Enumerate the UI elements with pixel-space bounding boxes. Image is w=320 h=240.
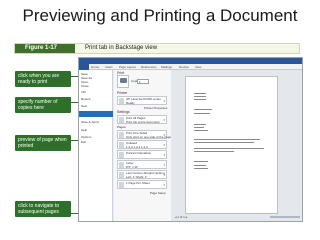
- nav-exit[interactable]: Exit: [81, 140, 86, 144]
- setting-title: Portrait Orientation: [126, 151, 152, 155]
- chevron-down-icon: ▾: [163, 133, 165, 137]
- print-preview-pane: ◂ 1 of 1 ▸: [171, 70, 302, 221]
- next-page-icon[interactable]: ▸: [185, 215, 188, 219]
- text-line: [194, 124, 206, 125]
- nav-options[interactable]: Options: [81, 135, 91, 139]
- figure-label: Figure 1-17: [15, 44, 75, 53]
- nav-info[interactable]: Info: [81, 90, 86, 94]
- callout-preview: preview of page when printed: [15, 135, 71, 151]
- text-line: [194, 161, 208, 162]
- pages-label: Pages:: [117, 125, 127, 129]
- pages-per-sheet-icon: [119, 182, 124, 188]
- figure-caption-bar: Figure 1-17 Print tab in Backstage view: [14, 43, 300, 54]
- setting-title: 1 Page Per Sheet: [126, 181, 150, 185]
- setting-print-range[interactable]: Print All Pages Print the entire documen…: [117, 115, 167, 124]
- nav-close[interactable]: Close: [81, 84, 89, 88]
- nav-help[interactable]: Help: [81, 128, 87, 132]
- page-setup-link[interactable]: Page Setup: [150, 191, 166, 195]
- text-line: [194, 130, 208, 131]
- zoom-slider[interactable]: [270, 216, 300, 218]
- figure-caption: Print tab in Backstage view: [85, 45, 158, 51]
- chevron-down-icon: ▾: [163, 118, 165, 122]
- print-settings-pane: Print Copies: 1 Printer HP LaserJet P203…: [114, 70, 171, 221]
- pages-icon: [119, 117, 124, 123]
- setting-sub: 1,2,3 1,2,3 1,2,3: [126, 144, 148, 149]
- setting-sub: 8.5" x 11": [126, 164, 139, 169]
- nav-print[interactable]: Print: [79, 111, 113, 125]
- printer-device-icon: [119, 98, 124, 104]
- chevron-down-icon: ▾: [163, 153, 165, 157]
- setting-pages-per-sheet[interactable]: 1 Page Per Sheet ▾: [117, 180, 167, 189]
- text-line: [194, 113, 210, 114]
- printer-icon: [120, 78, 127, 83]
- setting-margins[interactable]: Last Custom Margins Setting Left: 1" Rig…: [117, 170, 167, 179]
- margins-icon: [119, 172, 124, 178]
- print-button[interactable]: [117, 75, 129, 88]
- nav-recent[interactable]: Recent: [81, 97, 91, 101]
- chevron-down-icon: ▾: [163, 99, 165, 103]
- printer-select[interactable]: HP LaserJet P2035 series Ready ▾: [117, 96, 167, 105]
- text-line: [194, 168, 208, 169]
- portrait-icon: [119, 152, 124, 158]
- text-line: [194, 99, 206, 100]
- callout-print: click when you are ready to print: [15, 71, 71, 87]
- setting-collation[interactable]: Collated 1,2,3 1,2,3 1,2,3 ▾: [117, 140, 167, 149]
- page-preview: [185, 76, 278, 214]
- text-line: [194, 142, 254, 143]
- text-line: [194, 151, 234, 152]
- word-window: Home Insert Page Layout References Maili…: [78, 57, 303, 222]
- text-line: [194, 109, 212, 110]
- paper-icon: [119, 162, 124, 168]
- page-navigation[interactable]: ◂ 1 of 1 ▸: [175, 215, 187, 219]
- backstage-nav: Save Save As Open Close Info Recent New …: [79, 70, 113, 221]
- callout-navigate: click to navigate to subsequent pages: [15, 201, 71, 217]
- text-line: [194, 139, 260, 140]
- chevron-down-icon: ▾: [163, 183, 165, 187]
- slide-title: Previewing and Printing a Document: [22, 6, 298, 25]
- text-line: [194, 165, 206, 166]
- copies-input[interactable]: 1: [137, 79, 149, 84]
- collated-icon: [119, 142, 124, 148]
- text-line: [194, 148, 264, 149]
- nav-new[interactable]: New: [81, 104, 87, 108]
- setting-orientation[interactable]: Portrait Orientation ▾: [117, 150, 167, 159]
- setting-sub: Left: 1" Right: 1": [126, 174, 148, 179]
- text-line: [194, 96, 206, 97]
- printer-heading: Printer: [117, 91, 128, 95]
- chevron-down-icon: ▾: [163, 143, 165, 147]
- setting-sides[interactable]: Print One Sided Only print on one side o…: [117, 130, 171, 139]
- settings-heading: Settings: [117, 110, 130, 114]
- callout-copies: specify number of copies here: [15, 97, 71, 113]
- one-sided-icon: [119, 132, 124, 138]
- setting-paper-size[interactable]: Letter 8.5" x 11" ▾: [117, 160, 167, 169]
- text-line: [194, 93, 206, 94]
- printer-status: Ready: [126, 100, 135, 105]
- setting-sub: Print the entire document: [126, 119, 160, 124]
- nav-save-send[interactable]: Save & Send: [81, 120, 99, 124]
- page-nav-text: 1 of 1: [177, 215, 185, 219]
- chevron-down-icon: ▾: [163, 173, 165, 177]
- chevron-down-icon: ▾: [163, 163, 165, 167]
- text-line: [194, 127, 204, 128]
- printer-properties-link[interactable]: Printer Properties: [144, 106, 167, 110]
